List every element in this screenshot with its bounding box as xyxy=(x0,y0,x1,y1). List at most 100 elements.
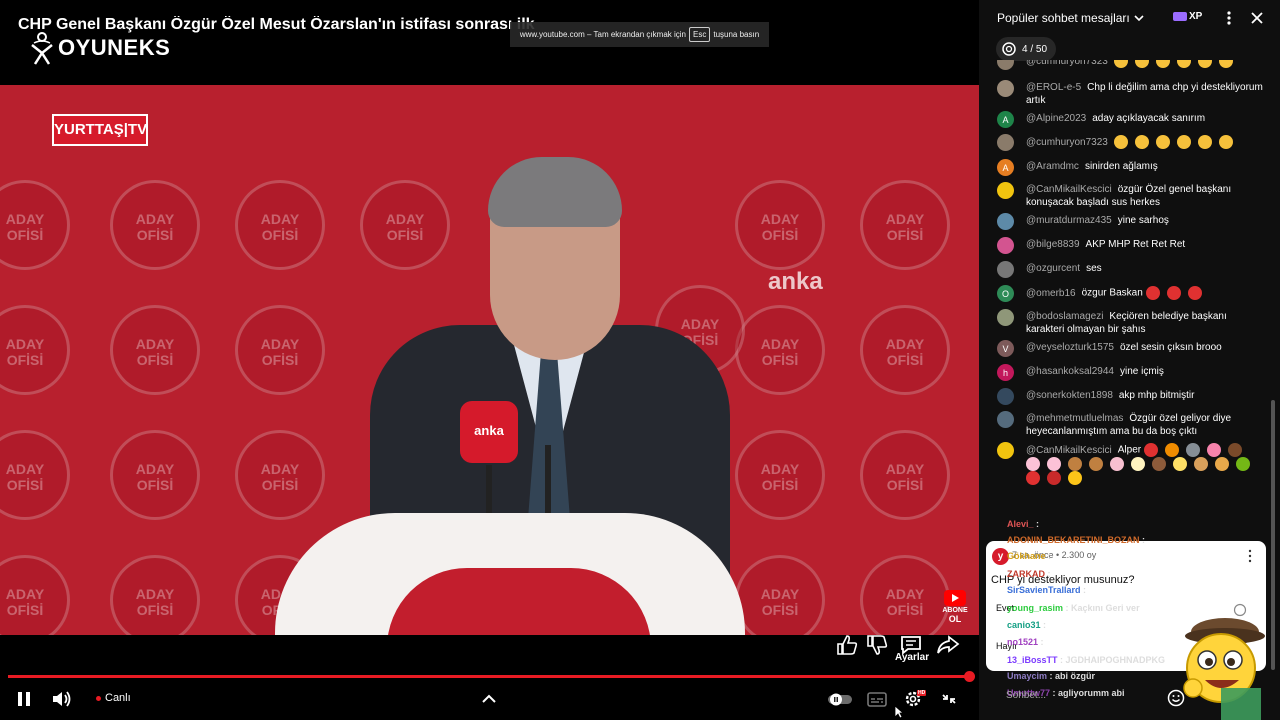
dislike-icon[interactable] xyxy=(865,634,889,656)
chat-author[interactable]: @ozgurcent xyxy=(1026,263,1080,274)
autoplay-toggle[interactable] xyxy=(826,688,854,710)
chat-message-list[interactable]: @cumhuryon7323 @EROL-e-5 Chp li değilim am… xyxy=(979,60,1280,500)
chat-message[interactable]: A @Aramdmc sinirden ağlamış xyxy=(997,159,1267,176)
bread-emoji-icon xyxy=(1194,457,1208,471)
avatar[interactable] xyxy=(997,213,1014,230)
podium-emblem xyxy=(387,568,651,635)
clap-emoji-icon xyxy=(1176,135,1191,149)
exit-fullscreen-icon[interactable] xyxy=(939,688,959,710)
overlay-chat-line: ZARKAD : xyxy=(1007,569,1051,579)
avatar[interactable] xyxy=(997,80,1014,97)
avatar[interactable]: h xyxy=(997,364,1014,381)
overlay-chat-text: : xyxy=(1080,585,1087,595)
chat-author[interactable]: @bodoslamagezi xyxy=(1026,311,1103,322)
progress-bar[interactable] xyxy=(8,675,970,678)
avatar[interactable] xyxy=(997,182,1014,199)
chat-author[interactable]: @cumhuryon7323 xyxy=(1026,60,1108,67)
avatar[interactable] xyxy=(997,309,1014,326)
avatar[interactable] xyxy=(997,237,1014,254)
chat-message[interactable]: @ozgurcent ses xyxy=(997,261,1267,278)
chat-message[interactable]: @CanMikailKescici Alper xyxy=(997,442,1267,485)
chat-author[interactable]: @Alpine2023 xyxy=(1026,113,1086,124)
chat-message[interactable]: @bilge8839 AKP MHP Ret Ret Ret xyxy=(997,237,1267,254)
chat-message[interactable]: h @hasankoksal2944 yine içmiş xyxy=(997,364,1267,381)
chat-author[interactable]: @hasankoksal2944 xyxy=(1026,366,1114,377)
chat-message[interactable]: O @omerb16 özgur Baskan xyxy=(997,285,1267,302)
close-icon[interactable] xyxy=(1249,10,1265,26)
share-icon[interactable] xyxy=(936,634,960,656)
chat-author[interactable]: @CanMikailKescici xyxy=(1026,184,1112,195)
backdrop-emblem: ADAYOFİSİ xyxy=(0,430,70,520)
chat-message[interactable]: @cumhuryon7323 xyxy=(997,60,1267,70)
subtitles-icon[interactable] xyxy=(866,688,888,710)
avatar[interactable] xyxy=(997,134,1014,151)
backdrop-emblem-text: ADAYOFİSİ xyxy=(135,586,175,618)
avatar[interactable] xyxy=(997,442,1014,459)
emoji-mascot-icon xyxy=(1183,618,1265,720)
avatar[interactable] xyxy=(997,60,1014,70)
chat-message[interactable]: @muratdurmaz435 yine sarhoş xyxy=(997,213,1267,230)
chat-text: sinirden ağlamış xyxy=(1084,161,1158,172)
backdrop-emblem: ADAYOFİSİ xyxy=(235,305,325,395)
avatar[interactable] xyxy=(997,411,1014,428)
goal-count: 4 / 50 xyxy=(1022,43,1048,55)
video-frame[interactable]: ADAY OFİSİ ADAY OFİSİ ADAY OFİSİ ADAY OFİSİ ADAY… xyxy=(0,85,979,635)
avatar[interactable]: O xyxy=(997,285,1014,302)
avatar[interactable] xyxy=(997,261,1014,278)
chat-message[interactable]: V @veyselozturk1575 özel sesin çıksın broo… xyxy=(997,340,1267,357)
chat-message-body: @cumhuryon7323 xyxy=(1026,60,1240,68)
more-vert-icon[interactable] xyxy=(1223,9,1235,27)
chat-text: akp mhp bitmiştir xyxy=(1118,390,1195,401)
avatar[interactable]: A xyxy=(997,159,1014,176)
volume-icon[interactable] xyxy=(50,688,74,710)
pause-icon[interactable] xyxy=(14,688,34,710)
chat-input[interactable]: Sohbet... xyxy=(1006,690,1156,701)
overlay-chat-text: : JGDHAIPOGHNADPKG xyxy=(1057,655,1166,665)
chat-message[interactable]: @EROL-e-5 Chp li değilim ama chp yi deste… xyxy=(997,80,1267,107)
chat-author[interactable]: @bilge8839 xyxy=(1026,239,1080,250)
heart-emoji-icon xyxy=(1187,286,1202,300)
chat-message[interactable]: @cumhuryon7323 xyxy=(997,134,1267,151)
speaker-hair xyxy=(488,157,622,227)
cookie-emoji-icon xyxy=(1089,457,1103,471)
live-indicator[interactable]: Canlı xyxy=(96,692,131,704)
chat-goal-pill[interactable]: 4 / 50 xyxy=(996,37,1056,61)
chat-message[interactable]: A @Alpine2023 aday açıklayacak sanırım xyxy=(997,111,1267,128)
chat-message-body: @ozgurcent ses xyxy=(1026,262,1102,275)
avatar[interactable]: A xyxy=(997,111,1014,128)
chat-author[interactable]: @CanMikailKescici xyxy=(1026,445,1112,456)
backdrop-emblem: ADAYOFİSİ xyxy=(235,430,325,520)
chat-author[interactable]: @mehmetmutluelmas xyxy=(1026,413,1123,424)
backdrop-emblem: ADAYOFİSİ xyxy=(0,180,70,270)
candy-emoji-icon xyxy=(1206,443,1221,457)
avatar[interactable]: V xyxy=(997,340,1014,357)
backdrop-emblem: ADAYOFİSİ xyxy=(0,305,70,395)
chat-message[interactable]: @mehmetmutluelmas Özgür özel geliyor diye… xyxy=(997,411,1267,438)
chat-author[interactable]: @veyselozturk1575 xyxy=(1026,342,1114,353)
subscribe-watermark[interactable]: ABONE OL xyxy=(940,590,970,624)
chevron-up-icon[interactable] xyxy=(480,688,498,710)
backdrop-emblem: ADAYOFİSİ xyxy=(860,430,950,520)
video-player[interactable]: ADAY OFİSİ ADAY OFİSİ ADAY OFİSİ ADAY OFİSİ ADAY… xyxy=(0,0,979,720)
banana-emoji-icon xyxy=(1173,457,1187,471)
chat-author[interactable]: @muratdurmaz435 xyxy=(1026,215,1112,226)
chevron-down-icon xyxy=(1134,15,1144,22)
coffee-emoji-icon xyxy=(1152,457,1166,471)
chat-message-body: @omerb16 özgur Baskan xyxy=(1026,286,1209,300)
progress-scrubber[interactable] xyxy=(964,671,975,682)
like-icon[interactable] xyxy=(835,634,859,656)
chat-author[interactable]: @Aramdmc xyxy=(1026,161,1079,172)
chat-author[interactable]: @EROL-e-5 xyxy=(1026,82,1081,93)
backdrop-emblem-text: ADAYOFİSİ xyxy=(135,211,175,243)
chat-author[interactable]: @sonerkokten1898 xyxy=(1026,390,1113,401)
xp-badge[interactable]: XP xyxy=(1173,11,1202,22)
chat-author[interactable]: @omerb16 xyxy=(1026,288,1076,299)
chat-message[interactable]: @CanMikailKescici özgür Özel genel başkan… xyxy=(997,182,1267,209)
chat-author[interactable]: @cumhuryon7323 xyxy=(1026,137,1108,148)
more-vert-icon[interactable] xyxy=(1247,549,1253,563)
chat-message[interactable]: @bodoslamagezi Keçiören belediye başkanı … xyxy=(997,309,1267,336)
avatar[interactable] xyxy=(997,388,1014,405)
chat-message[interactable]: @sonerkokten1898 akp mhp bitmiştir xyxy=(997,388,1267,405)
chat-mode-dropdown[interactable]: Popüler sohbet mesajları xyxy=(997,11,1144,25)
hd-badge: HD xyxy=(917,690,927,696)
